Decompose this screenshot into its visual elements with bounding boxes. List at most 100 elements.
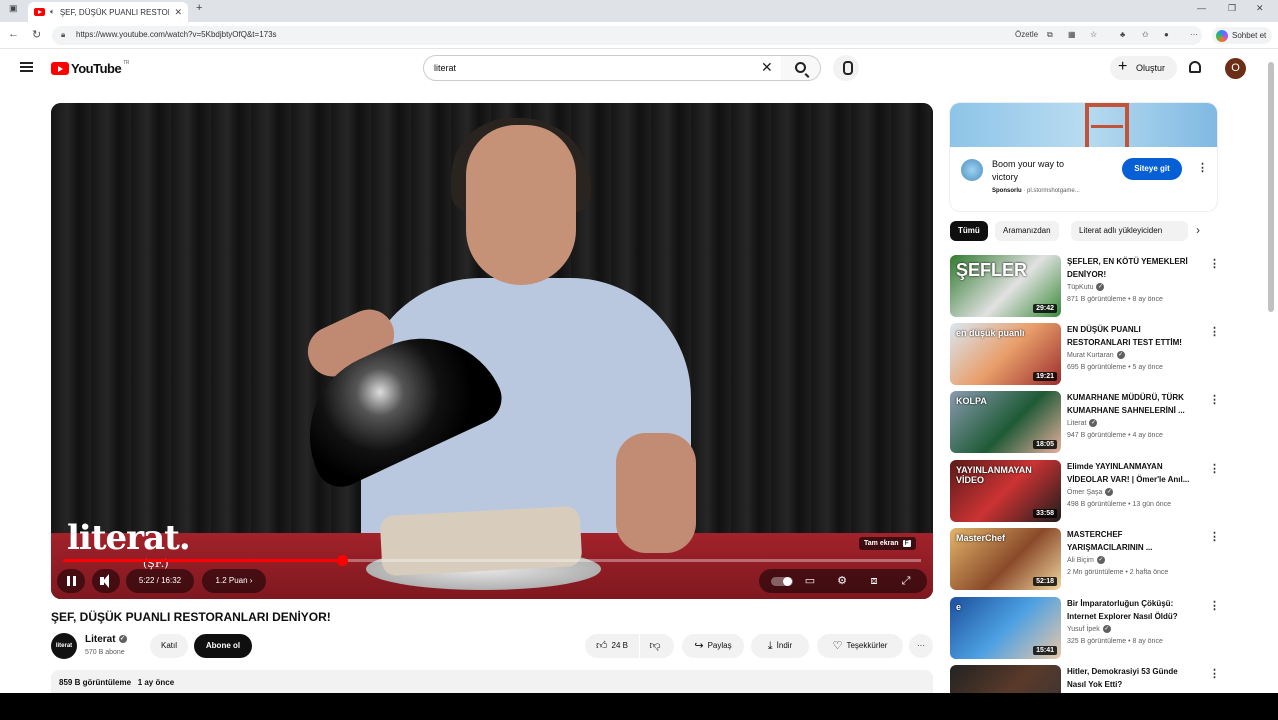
refresh-icon[interactable]: ↻ bbox=[32, 28, 41, 41]
video-player[interactable]: literat. (ŞF.) Tam ekran F 5:22 / 16:32 1… bbox=[51, 103, 933, 599]
recommendation-item[interactable]: e 15:41 Bir İmparatorluğun Çöküşü: Interne… bbox=[950, 597, 1220, 661]
recommendation-channel[interactable]: Literat ✓ bbox=[1067, 419, 1098, 427]
recommendation-channel-name[interactable]: Ömer Şaşa bbox=[1067, 489, 1102, 496]
profile-icon[interactable]: ● bbox=[1164, 30, 1169, 39]
back-icon[interactable]: ← bbox=[8, 28, 19, 40]
tab-close-icon[interactable]: ✕ bbox=[174, 7, 182, 18]
extensions-icon[interactable]: ♣ bbox=[1120, 30, 1125, 39]
favorite-star-icon[interactable]: ☆ bbox=[1090, 30, 1097, 39]
chips-next-icon[interactable]: › bbox=[1196, 223, 1200, 237]
recommendation-more-icon[interactable]: ⋮ bbox=[1209, 257, 1220, 270]
recommendation-title[interactable]: ŞEFLER, EN KÖTÜ YEMEKLERİ DENİYOR! bbox=[1067, 256, 1199, 281]
miniplayer-icon[interactable]: ⧈ bbox=[867, 574, 881, 588]
like-button[interactable]: 👍︎ 24 B bbox=[585, 634, 639, 658]
channel-avatar[interactable]: literat bbox=[51, 633, 77, 659]
new-tab-icon[interactable]: + bbox=[196, 2, 202, 14]
voice-search-icon[interactable] bbox=[833, 55, 859, 81]
recommendation-channel[interactable]: Murat Kurtaran ✓ bbox=[1067, 351, 1125, 359]
fullscreen-icon[interactable]: ⤢ bbox=[899, 574, 913, 588]
dislike-button[interactable]: 👎︎ bbox=[640, 634, 674, 658]
chip-from-search[interactable]: Aramanızdan bbox=[995, 221, 1059, 241]
pause-button[interactable] bbox=[57, 569, 85, 593]
recommendation-channel[interactable]: Ömer Şaşa ✓ bbox=[1067, 488, 1114, 496]
audio-playing-icon[interactable]: 🔈︎ bbox=[50, 7, 55, 17]
split-screen-icon[interactable]: ▦ bbox=[1068, 30, 1076, 39]
subscribe-button[interactable]: Abone ol bbox=[194, 634, 252, 658]
recommendation-item[interactable]: en düşük puanlı 19:21 EN DÜŞÜK PUANLI REST… bbox=[950, 323, 1220, 387]
recommendation-channel-name[interactable]: Yusuf İpek bbox=[1067, 626, 1100, 633]
autoplay-toggle[interactable] bbox=[771, 577, 793, 586]
recommendation-channel[interactable]: Ali Biçim ✓ bbox=[1067, 556, 1105, 564]
chapter-button[interactable]: 1.2 Puan › bbox=[202, 569, 266, 593]
channel-name-row[interactable]: Literat ✓ bbox=[85, 634, 127, 645]
maximize-icon[interactable]: ❐ bbox=[1228, 3, 1236, 14]
recommendation-more-icon[interactable]: ⋮ bbox=[1209, 462, 1220, 475]
recommendation-channel[interactable]: Yusuf İpek ✓ bbox=[1067, 625, 1111, 633]
description-box[interactable]: 859 B görüntüleme 1 ay önce bbox=[51, 670, 933, 693]
translate-icon[interactable]: ⧉ bbox=[1047, 30, 1053, 40]
recommendation-thumbnail[interactable]: en düşük puanlı 19:21 bbox=[950, 323, 1061, 385]
youtube-logo[interactable]: YouTube TR bbox=[51, 60, 129, 76]
subtitles-icon[interactable]: ▭ bbox=[803, 574, 817, 588]
recommendation-thumbnail[interactable]: ŞEFLER 29:42 bbox=[950, 255, 1061, 317]
ad-banner-image[interactable] bbox=[950, 103, 1217, 147]
download-button[interactable]: ⤓ İndir bbox=[751, 634, 809, 658]
volume-button[interactable] bbox=[92, 569, 120, 593]
hamburger-menu-icon[interactable] bbox=[20, 62, 33, 72]
chip-all[interactable]: Tümü bbox=[950, 221, 988, 241]
more-actions-icon[interactable]: ··· bbox=[909, 634, 933, 658]
recommendation-thumbnail[interactable]: YAYINLANMAYAN VİDEO 33:58 bbox=[950, 460, 1061, 522]
recommendation-channel[interactable]: TüpKutu ✓ bbox=[1067, 283, 1105, 291]
recommendation-item[interactable]: ŞEFLER 29:42 ŞEFLER, EN KÖTÜ YEMEKLERİ DEN… bbox=[950, 255, 1220, 319]
progress-bar[interactable] bbox=[63, 555, 921, 566]
recommendation-channel-name[interactable]: TüpKutu bbox=[1067, 284, 1093, 291]
recommendation-more-icon[interactable]: ⋮ bbox=[1209, 393, 1220, 406]
summarize-button[interactable]: Özetle bbox=[1015, 30, 1038, 39]
recommendation-title[interactable]: Hitler, Demokrasiyi 53 Günde Nasıl Yok E… bbox=[1067, 666, 1199, 691]
settings-gear-icon[interactable]: ⚙ bbox=[835, 574, 849, 588]
recommendation-thumbnail[interactable] bbox=[950, 665, 1061, 693]
recommendation-thumbnail[interactable]: e 15:41 bbox=[950, 597, 1061, 659]
create-button[interactable]: + Oluştur bbox=[1110, 56, 1177, 80]
sponsored-ad[interactable]: Boom your way to victory Sponsorlu · pl.… bbox=[950, 103, 1217, 211]
account-avatar[interactable]: O bbox=[1225, 58, 1246, 79]
progress-scrubber-handle[interactable] bbox=[336, 555, 348, 566]
join-button[interactable]: Katıl bbox=[150, 634, 188, 658]
recommendation-channel-name[interactable]: Literat bbox=[1067, 420, 1086, 427]
recommendation-channel-name[interactable]: Ali Biçim bbox=[1067, 557, 1094, 564]
page-scrollbar[interactable] bbox=[1268, 62, 1274, 312]
chip-from-uploader[interactable]: Literat adlı yükleyiciden bbox=[1071, 221, 1188, 241]
notifications-bell-icon[interactable] bbox=[1189, 61, 1201, 73]
search-input[interactable]: literat bbox=[423, 55, 782, 81]
recommendation-item[interactable]: MasterChef 52:18 MASTERCHEF YARIŞMACILARIN… bbox=[950, 528, 1220, 592]
recommendation-channel-name[interactable]: Murat Kurtaran bbox=[1067, 352, 1114, 359]
collections-icon[interactable]: ✩ bbox=[1142, 30, 1149, 39]
window-close-icon[interactable]: ✕ bbox=[1256, 3, 1264, 14]
recommendation-item[interactable]: YAYINLANMAYAN VİDEO 33:58 Elimde YAYINLANM… bbox=[950, 460, 1220, 524]
recommendation-thumbnail[interactable]: KOLPA 18:05 bbox=[950, 391, 1061, 453]
recommendation-more-icon[interactable]: ⋮ bbox=[1209, 599, 1220, 612]
recommendation-title[interactable]: Bir İmparatorluğun Çöküşü: Internet Expl… bbox=[1067, 598, 1199, 623]
recommendation-more-icon[interactable]: ⋮ bbox=[1209, 530, 1220, 543]
recommendation-thumbnail[interactable]: MasterChef 52:18 bbox=[950, 528, 1061, 590]
recommendation-more-icon[interactable]: ⋮ bbox=[1209, 667, 1220, 680]
share-button[interactable]: ↪ Paylaş bbox=[682, 634, 744, 658]
recommendation-title[interactable]: Elimde YAYINLANMAYAN VİDEOLAR VAR! | Öme… bbox=[1067, 461, 1199, 486]
browser-menu-icon[interactable]: ··· bbox=[1190, 30, 1198, 39]
channel-name[interactable]: Literat bbox=[85, 634, 116, 645]
thanks-button[interactable]: ♡ Teşekkürler bbox=[817, 634, 903, 658]
ad-more-icon[interactable]: ⋮ bbox=[1197, 161, 1208, 174]
clear-search-icon[interactable]: ✕ bbox=[761, 60, 773, 74]
tab-actions-icon[interactable]: ▣ bbox=[9, 3, 18, 14]
ad-title[interactable]: Boom your way to victory bbox=[992, 158, 1092, 184]
browser-tab-active[interactable]: 🔈︎ ŞEF, DÜŞÜK PUANLI RESTORA... ✕ bbox=[28, 2, 188, 22]
minimize-icon[interactable]: — bbox=[1197, 3, 1206, 13]
recommendation-title[interactable]: EN DÜŞÜK PUANLI RESTORANLARI TEST ETTİM! bbox=[1067, 324, 1199, 349]
recommendation-title[interactable]: KUMARHANE MÜDÜRÜ, TÜRK KUMARHANE SAHNELE… bbox=[1067, 392, 1199, 417]
recommendation-item[interactable]: Hitler, Demokrasiyi 53 Günde Nasıl Yok E… bbox=[950, 665, 1220, 693]
recommendation-more-icon[interactable]: ⋮ bbox=[1209, 325, 1220, 338]
recommendation-title[interactable]: MASTERCHEF YARIŞMACILARININ ... bbox=[1067, 529, 1199, 554]
ad-cta-button[interactable]: Siteye git bbox=[1122, 158, 1182, 180]
recommendation-item[interactable]: KOLPA 18:05 KUMARHANE MÜDÜRÜ, TÜRK KUMARHA… bbox=[950, 391, 1220, 455]
search-button[interactable] bbox=[781, 55, 821, 81]
